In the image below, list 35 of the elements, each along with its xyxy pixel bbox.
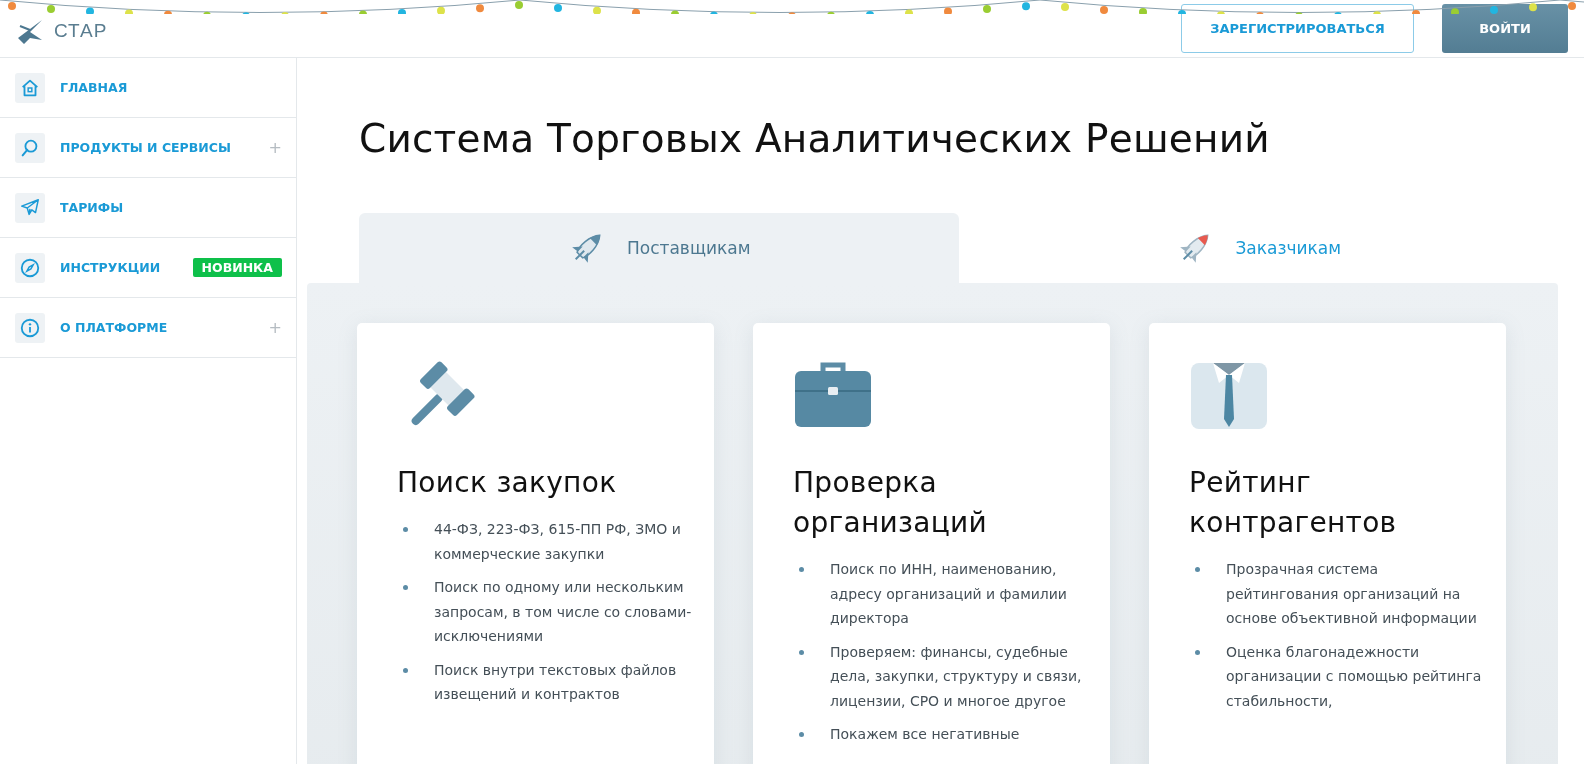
card-title: Поиск закупок xyxy=(397,465,618,501)
audience-tab[interactable]: Заказчикам xyxy=(958,213,1558,283)
bullet-text: Оценка благонадежности организации с помощью рейтинга стабильности, xyxy=(1226,642,1483,711)
bullet-icon xyxy=(1195,649,1200,655)
bullet-text: 44-ФЗ, 223-ФЗ, 615-ПП РФ, ЗМО и коммерческие закупки xyxy=(434,520,682,564)
bullet-icon xyxy=(1195,567,1200,572)
bullet-icon xyxy=(403,585,408,590)
sidebar-item[interactable]: ИНСТРУКЦИИ НОВИНКА xyxy=(0,238,296,298)
expand-toggle[interactable]: + xyxy=(268,318,282,337)
logo-text: СТАР xyxy=(54,19,108,42)
bullet-text: Покажем все негативные xyxy=(830,725,1020,744)
sidebar-item[interactable]: ТАРИФЫ xyxy=(0,178,296,238)
bullet-text: Проверяем: финансы, судебные дела, закупки, структуру и связи, лицензии, СРО и многое другое xyxy=(830,642,1083,711)
expand-toggle[interactable]: + xyxy=(268,138,282,157)
audience-tab[interactable]: Поставщикам xyxy=(359,213,959,283)
card-title: Проверка организаций xyxy=(793,465,989,541)
info-icon xyxy=(19,316,41,339)
bullet-text: Прозрачная система рейтингования организаций на основе объективной информации xyxy=(1226,560,1478,628)
sidebar-item[interactable]: ГЛАВНАЯ xyxy=(0,58,296,118)
compass-icon xyxy=(19,256,41,279)
bullet-icon xyxy=(799,649,804,655)
sidebar-item[interactable]: О ПЛАТФОРМЕ + xyxy=(0,298,296,358)
bullet-icon xyxy=(799,732,804,737)
page-title: Система Торговых Аналитических Решений xyxy=(359,116,1271,161)
register-button[interactable]: ЗАРЕГИСТРИРОВАТЬСЯ xyxy=(1181,4,1414,53)
bullet-text: Поиск внутри текстовых файлов извещений и контрактов xyxy=(434,660,678,704)
bullet-icon xyxy=(799,567,804,572)
card-title: Рейтинг контрагентов xyxy=(1189,465,1398,541)
login-button[interactable]: ВОЙТИ xyxy=(1442,4,1568,53)
bullet-icon xyxy=(403,667,408,673)
new-badge: НОВИНКА xyxy=(192,258,282,277)
bullet-icon xyxy=(403,527,408,532)
bullet-text: Поиск по одному или нескольким запросам, в том числе со словами-исключениями xyxy=(434,578,693,646)
bullet-text: Поиск по ИНН, наименованию, адресу организаций и фамилии директора xyxy=(830,560,1068,628)
sidebar-item[interactable]: ПРОДУКТЫ И СЕРВИСЫ + xyxy=(0,118,296,178)
